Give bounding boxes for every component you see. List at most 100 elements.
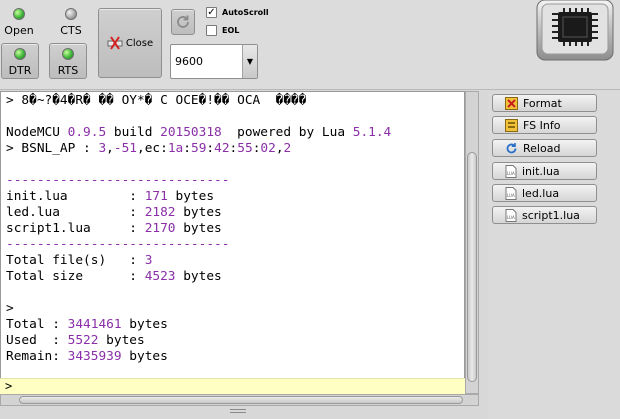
terminal-output[interactable]: > 8�~?�4�R� �� OY*� C OCE�!�� OCA ���� N… — [0, 91, 465, 392]
terminal-horizontal-scrollbar[interactable] — [0, 394, 479, 406]
terminal-number: 02 — [260, 141, 276, 156]
terminal-line: > — [6, 301, 14, 316]
terminal-number: 20150318 — [160, 125, 222, 140]
file-button-init-lua[interactable]: LUA init.lua — [492, 162, 597, 180]
terminal-text-segment: Used : — [6, 333, 68, 348]
terminal-line: Total : 3441461 bytes — [6, 317, 168, 332]
eol-box-icon — [206, 25, 217, 36]
terminal-text: > 8�~?�4�R� �� OY*� C OCE�!�� OCA ���� N… — [1, 92, 464, 365]
terminal-text-segment: : — [206, 141, 215, 156]
rts-button[interactable]: RTS — [49, 43, 87, 79]
autoscroll-label: AutoScroll — [222, 8, 269, 17]
cts-indicator: CTS — [56, 8, 86, 37]
baud-rate-value: 9600 — [175, 55, 203, 68]
terminal-text-segment: build — [106, 125, 161, 140]
eol-label: EOL — [222, 26, 240, 35]
terminal-number: 171 — [144, 189, 168, 204]
terminal-vertical-scrollbar[interactable] — [465, 91, 479, 394]
panel-splitter[interactable] — [481, 91, 487, 406]
file-button-led-lua[interactable]: LUA led.lua — [492, 184, 597, 202]
terminal-number: 59 — [190, 141, 207, 156]
format-label: Format — [523, 96, 562, 110]
terminal-line: ----------------------------- — [6, 173, 229, 188]
terminal-line: led.lua : 2182 bytes — [6, 205, 222, 220]
terminal-text-segment: powered by Lua — [221, 125, 353, 140]
open-label: Open — [4, 24, 34, 37]
file-label: init.lua — [522, 164, 560, 178]
terminal-number: -51 — [113, 141, 138, 156]
vertical-scroll-thumb[interactable] — [467, 152, 477, 382]
close-label: Close — [125, 37, 154, 49]
eol-checkbox[interactable]: EOL — [206, 25, 239, 36]
terminal-text-segment: , — [106, 141, 114, 156]
terminal-text-segment: bytes — [167, 189, 215, 204]
fs-info-icon — [505, 118, 518, 132]
open-led-icon — [13, 8, 25, 20]
terminal-line: > 8�~?�4�R� �� OY*� C OCE�!�� OCA ���� — [6, 93, 306, 108]
format-button[interactable]: Format — [492, 94, 597, 112]
terminal-text-segment: > BSNL_AP : — [6, 141, 99, 156]
dtr-label: DTR — [8, 64, 32, 77]
command-input[interactable]: > — [0, 378, 465, 394]
terminal-number: 2182 — [144, 205, 176, 220]
terminal-text-segment: Total : — [6, 317, 68, 332]
terminal-number: 4523 — [144, 269, 176, 284]
close-button[interactable]: Close — [98, 8, 162, 78]
terminal-text-segment: Total file(s) : — [6, 253, 145, 268]
terminal-text-segment: > — [6, 301, 14, 316]
fs-info-label: FS Info — [523, 118, 561, 132]
resize-grip-icon[interactable] — [230, 409, 246, 413]
lua-file-icon: LUA — [505, 164, 517, 178]
baud-rate-select[interactable]: 9600 ▼ — [170, 44, 258, 79]
terminal-number: 55 — [237, 141, 253, 156]
terminal-number: 5522 — [67, 333, 99, 348]
reload-label: Reload — [523, 141, 561, 155]
reload-icon — [506, 142, 517, 153]
open-indicator[interactable]: Open — [4, 8, 34, 37]
disconnect-plug-icon — [107, 36, 123, 50]
terminal-number: 3 — [98, 141, 107, 156]
terminal-text-segment: bytes — [175, 205, 222, 220]
terminal-text-segment: Total size : — [6, 269, 145, 284]
terminal-line: Remain: 3435939 bytes — [6, 349, 168, 364]
terminal-line: Total size : 4523 bytes — [6, 269, 222, 284]
horizontal-scroll-thumb[interactable] — [19, 396, 463, 404]
toolbar: Open CTS DTR RTS Close ✓ AutoScroll EOL — [0, 0, 620, 90]
reload-button[interactable]: Reload — [492, 139, 597, 157]
terminal-number: 3 — [144, 253, 153, 268]
terminal-line: Total file(s) : 3 — [6, 253, 152, 268]
terminal-line: ----------------------------- — [6, 237, 229, 252]
file-label: script1.lua — [522, 208, 580, 222]
chip-logo-icon — [536, 0, 614, 61]
cts-led-icon — [65, 8, 77, 20]
fs-info-button[interactable]: FS Info — [492, 116, 597, 134]
terminal-text-segment: init.lua : — [6, 189, 145, 204]
terminal-text-segment: bytes — [121, 349, 168, 364]
format-icon — [505, 96, 518, 110]
terminal-text-segment: > 8�~?�4�R� �� OY*� C OCE�!�� OCA ���� — [6, 93, 307, 108]
rts-label: RTS — [57, 64, 79, 77]
terminal-text-segment: bytes — [175, 221, 222, 236]
terminal-text-segment: : — [183, 141, 191, 156]
svg-text:LUA: LUA — [507, 171, 515, 176]
autoscroll-check-icon: ✓ — [206, 6, 217, 18]
svg-text:LUA: LUA — [507, 215, 515, 220]
svg-text:LUA: LUA — [507, 193, 515, 198]
lua-file-icon: LUA — [505, 208, 517, 222]
terminal-number: 5.1.4 — [352, 125, 392, 140]
terminal-line: > BSNL_AP : 3,-51,ec:1a:59:42:55:02,2 — [6, 141, 291, 156]
terminal-number: 2170 — [144, 221, 176, 236]
dtr-button[interactable]: DTR — [1, 43, 39, 79]
cts-label: CTS — [60, 24, 82, 37]
file-button-script1-lua[interactable]: LUA script1.lua — [492, 206, 597, 224]
dropdown-arrow-icon[interactable]: ▼ — [242, 45, 257, 78]
autoscroll-checkbox[interactable]: ✓ AutoScroll — [206, 7, 269, 18]
lua-file-icon: LUA — [505, 186, 517, 200]
terminal-number: 42 — [214, 141, 230, 156]
terminal-text-segment: bytes — [175, 269, 222, 284]
reconnect-button[interactable] — [171, 9, 195, 35]
terminal-text-segment: bytes — [98, 333, 145, 348]
dtr-led-icon — [14, 48, 26, 60]
rts-led-icon — [62, 48, 74, 60]
terminal-text-segment: bytes — [121, 317, 168, 332]
